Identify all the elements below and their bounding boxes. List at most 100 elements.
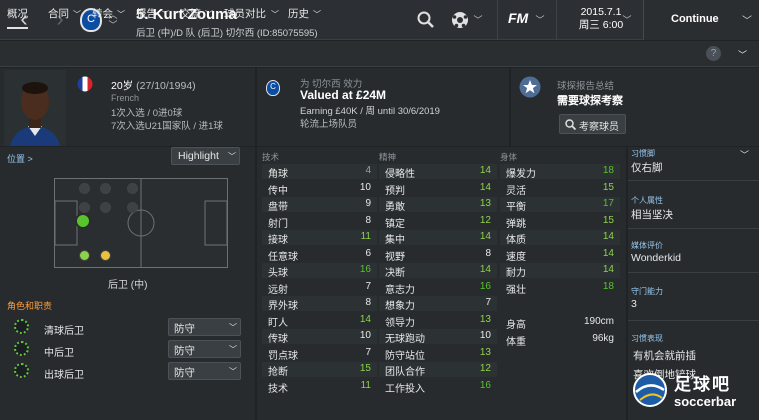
attribute-row[interactable]: 远射 7 xyxy=(262,280,377,296)
tab-history-chevron-icon[interactable]: ﹀ xyxy=(313,9,321,20)
scout-need: 需要球探考察 xyxy=(557,95,623,107)
attribute-value: 8 xyxy=(365,297,371,308)
attribute-name: 视野 xyxy=(385,251,405,263)
attribute-row[interactable]: 无球跑动 10 xyxy=(379,329,497,345)
attribute-row[interactable]: 平衡 17 xyxy=(500,197,620,213)
highlight-dropdown[interactable]: Highlight ﹀ xyxy=(171,147,240,165)
attribute-row[interactable]: 强壮 18 xyxy=(500,280,620,296)
role-duty-dropdown[interactable]: 防守 ﹀ xyxy=(168,318,241,336)
role-duty-dropdown[interactable]: 防守 ﹀ xyxy=(168,362,241,380)
attribute-row[interactable]: 团队合作 12 xyxy=(379,362,497,378)
duty-label: 防守 xyxy=(174,323,195,335)
attribute-row[interactable]: 灵活 15 xyxy=(500,181,620,197)
attribute-name: 耐力 xyxy=(506,268,526,279)
role-icon xyxy=(14,341,29,356)
attribute-row[interactable]: 盯人 14 xyxy=(262,313,377,329)
attribute-row[interactable]: 决断 14 xyxy=(379,263,497,279)
sidebar-chevron-icon[interactable]: ﹀ xyxy=(740,148,749,161)
attribute-name: 盘带 xyxy=(268,202,288,213)
help-icon[interactable]: ? xyxy=(706,46,721,61)
attribute-row[interactable]: 视野 8 xyxy=(379,247,497,263)
attribute-row[interactable]: 接球 11 xyxy=(262,230,377,246)
attribute-row[interactable]: 角球 4 xyxy=(262,164,377,180)
attribute-row[interactable]: 想象力 7 xyxy=(379,296,497,312)
role-name: 中后卫 xyxy=(44,348,74,359)
position-link[interactable]: 位置 > xyxy=(7,152,33,165)
attribute-row[interactable]: 传中 10 xyxy=(262,181,377,197)
tab-transfer-chevron-icon[interactable]: ﹀ xyxy=(117,9,125,20)
attribute-row[interactable]: 侵略性 14 xyxy=(379,164,497,180)
attribute-row[interactable]: 领导力 13 xyxy=(379,313,497,329)
dob-text: (27/10/1994) xyxy=(136,80,196,92)
tab-reports[interactable]: 报告 xyxy=(136,6,157,21)
position-dot-competent xyxy=(100,250,111,261)
attribute-row[interactable]: 镇定 12 xyxy=(379,214,497,230)
attribute-row[interactable]: 抢断 15 xyxy=(262,362,377,378)
tab-interaction-chevron-icon[interactable]: ﹀ xyxy=(205,9,213,20)
attribute-row[interactable]: 防守站位 13 xyxy=(379,346,497,362)
attribute-row[interactable]: 预判 14 xyxy=(379,181,497,197)
player-subtitle: 后卫 (中)/D 队 (后卫) 切尔西 (ID:85075595) xyxy=(136,28,318,39)
player-age: 20岁 (27/10/1994) xyxy=(111,78,196,93)
attribute-row[interactable]: 工作投入 16 xyxy=(379,379,497,395)
tab-compare-chevron-icon[interactable]: ﹀ xyxy=(271,9,279,20)
divider xyxy=(628,228,759,229)
attribute-row[interactable]: 耐力 14 xyxy=(500,263,620,279)
u21-caps: 7次入选U21国家队 / 进1球 xyxy=(111,121,223,132)
fm-menu-chevron-icon[interactable]: ﹀ xyxy=(535,16,545,25)
continue-button[interactable]: Continue ﹀ xyxy=(643,0,759,40)
football-icon[interactable] xyxy=(451,11,469,29)
attribute-row[interactable]: 勇敢 13 xyxy=(379,197,497,213)
attribute-name: 勇敢 xyxy=(385,202,405,213)
tab-reports-chevron-icon[interactable]: ﹀ xyxy=(161,9,169,20)
attribute-row[interactable]: 盘带 9 xyxy=(262,197,377,213)
attribute-value: 7 xyxy=(485,297,491,308)
watermark-en: soccerbar xyxy=(674,394,737,409)
france-flag-icon xyxy=(77,76,93,92)
attribute-row[interactable]: 弹跳 15 xyxy=(500,214,620,230)
tab-contract-chevron-icon[interactable]: ﹀ xyxy=(73,9,81,20)
attribute-row[interactable]: 爆发力 18 xyxy=(500,164,620,180)
attribute-value: 15 xyxy=(602,181,614,193)
role-duty-dropdown[interactable]: 防守 ﹀ xyxy=(168,340,241,358)
date-chevron-icon[interactable]: ﹀ xyxy=(622,16,632,25)
attribute-name: 传中 xyxy=(268,185,288,197)
dropdown-chevron-icon: ﹀ xyxy=(229,367,237,376)
attribute-value: 10 xyxy=(359,330,371,341)
tab-history[interactable]: 历史 xyxy=(288,6,309,21)
football-chevron-icon[interactable]: ﹀ xyxy=(473,16,483,25)
attribute-value: 7 xyxy=(365,280,371,292)
club-badge-icon[interactable]: C xyxy=(266,80,280,96)
attribute-row[interactable]: 射门 8 xyxy=(262,214,377,230)
technical-header: 技术 xyxy=(262,152,280,162)
attribute-row[interactable]: 技术 11 xyxy=(262,379,377,395)
attribute-row[interactable]: 速度 14 xyxy=(500,247,620,263)
chevron-down-icon[interactable]: ﹀ xyxy=(108,21,118,30)
attribute-row[interactable]: 集中 14 xyxy=(379,230,497,246)
attribute-row[interactable]: 界外球 8 xyxy=(262,296,377,312)
fm-logo[interactable]: FM xyxy=(508,10,528,26)
attribute-row[interactable]: 意志力 16 xyxy=(379,280,497,296)
tab-transfer[interactable]: 转会 xyxy=(92,6,113,21)
tab-overview[interactable]: 概况 xyxy=(7,6,28,29)
attribute-name: 灵活 xyxy=(506,185,526,197)
scout-player-button[interactable]: 考察球员 xyxy=(559,114,626,134)
search-icon[interactable] xyxy=(417,11,435,29)
attribute-name: 接球 xyxy=(268,235,288,246)
scout-report-title: 球探报告总结 xyxy=(557,81,615,92)
player-value: Valued at £24M xyxy=(300,88,387,102)
tab-interaction[interactable]: 交流 xyxy=(180,6,201,21)
attribute-name: 领导力 xyxy=(385,317,415,329)
attribute-row[interactable]: 任意球 6 xyxy=(262,247,377,263)
player-nationality: French xyxy=(111,93,140,103)
attribute-row[interactable]: 头球 16 xyxy=(262,263,377,279)
attribute-row[interactable]: 体质 14 xyxy=(500,230,620,246)
tab-contract[interactable]: 合同 xyxy=(48,6,69,21)
tab-compare[interactable]: 球员对比 xyxy=(224,6,266,21)
divider xyxy=(628,272,759,273)
attribute-value: 14 xyxy=(602,264,614,275)
attribute-row[interactable]: 罚点球 7 xyxy=(262,346,377,362)
attribute-value: 14 xyxy=(602,247,614,259)
attribute-row[interactable]: 传球 10 xyxy=(262,329,377,345)
tab-options-chevron-icon[interactable]: ﹀ xyxy=(738,48,747,61)
